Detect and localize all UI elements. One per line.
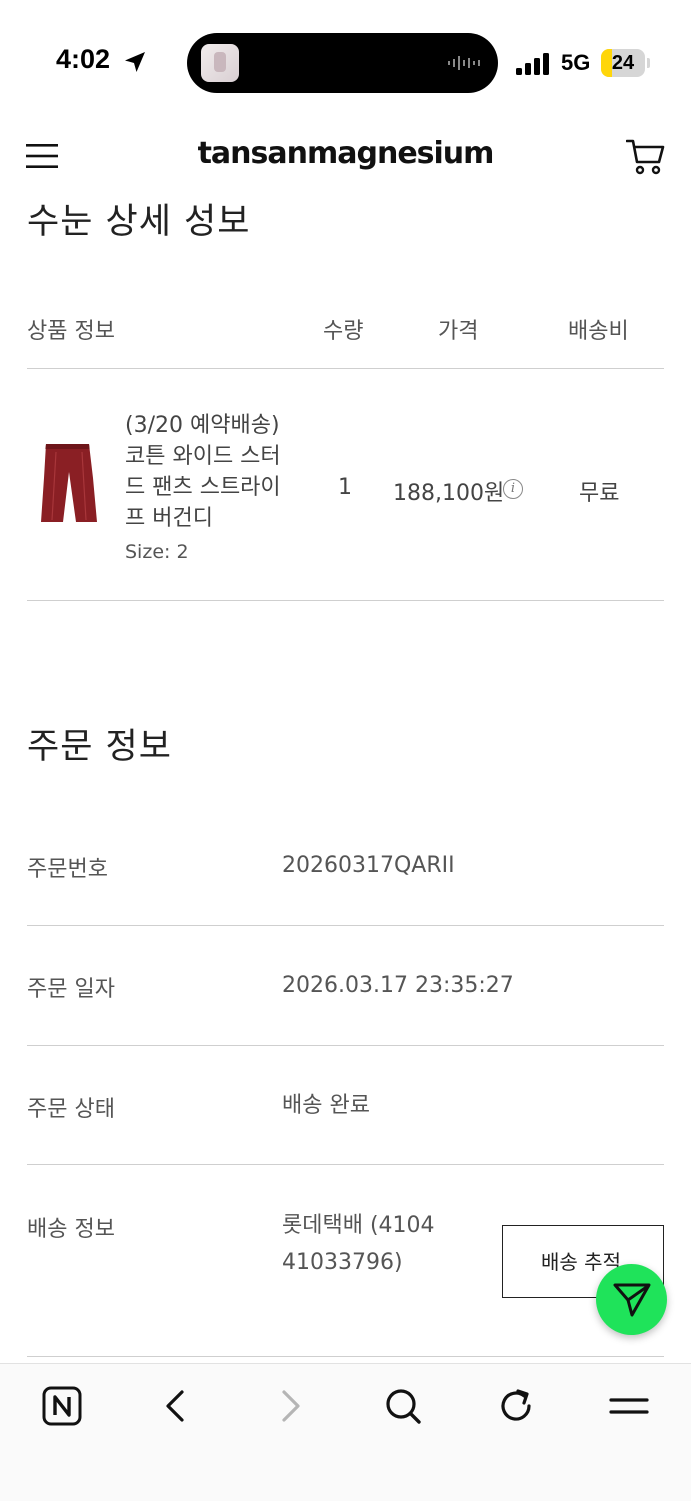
now-playing-thumbnail [201, 44, 239, 82]
order-number-label: 주문번호 [27, 857, 108, 882]
column-header-quantity: 수량 [323, 319, 364, 344]
browser-bottom-bar [0, 1363, 691, 1501]
menu-icon[interactable] [609, 1386, 649, 1426]
back-icon[interactable] [156, 1386, 196, 1426]
shopping-cart-icon[interactable] [626, 138, 666, 176]
product-size: Size: 2 [125, 541, 189, 563]
column-header-product: 상품 정보 [27, 319, 115, 344]
order-date-value: 2026.03.17 23:35:27 [282, 973, 514, 998]
battery-level: 24 [611, 52, 635, 74]
product-price: 188,100원 [393, 481, 505, 506]
status-bar: 4:02 5G 24 [0, 0, 691, 120]
search-icon[interactable] [383, 1386, 423, 1426]
order-row-divider [27, 1356, 664, 1357]
column-header-price: 가격 [438, 319, 479, 344]
table-header-divider [27, 368, 664, 369]
product-shipping-fee: 무료 [579, 481, 620, 506]
battery-cap [647, 58, 650, 68]
product-name[interactable]: (3/20 예약배송) 코튼 와이드 스터드 팬츠 스트라이프 버건디 [125, 410, 295, 534]
product-quantity: 1 [338, 475, 352, 500]
status-time: 4:02 [56, 44, 111, 74]
naver-home-icon[interactable] [42, 1386, 82, 1426]
shipping-info-label: 배송 정보 [27, 1217, 115, 1242]
send-icon [613, 1283, 651, 1317]
refresh-icon[interactable] [496, 1386, 536, 1426]
network-type: 5G [561, 50, 591, 75]
audio-wave-icon [448, 56, 480, 70]
forward-icon[interactable] [270, 1386, 310, 1426]
order-row-divider [27, 925, 664, 926]
site-logo[interactable]: tansanmagnesium [0, 136, 691, 171]
order-row-divider [27, 1045, 664, 1046]
order-section-title: 주문 정보 [27, 727, 172, 767]
send-button[interactable] [596, 1264, 667, 1335]
product-section-title: 수눈 상세 성보 [27, 202, 251, 242]
info-icon[interactable]: i [503, 479, 523, 499]
column-header-shipping: 배송비 [568, 319, 629, 344]
table-row-divider [27, 600, 664, 601]
product-image[interactable] [40, 440, 98, 528]
order-status-value: 배송 완료 [282, 1093, 370, 1118]
battery-indicator: 24 [601, 49, 645, 77]
order-number-value: 20260317QARII [282, 853, 455, 878]
order-status-label: 주문 상태 [27, 1097, 115, 1122]
order-date-label: 주문 일자 [27, 977, 115, 1002]
cellular-signal-icon [516, 53, 549, 75]
dynamic-island[interactable] [187, 33, 498, 93]
shipping-info-value: 롯데택배 (410441033796) [282, 1213, 435, 1275]
location-arrow-icon [125, 52, 145, 72]
order-row-divider [27, 1164, 664, 1165]
